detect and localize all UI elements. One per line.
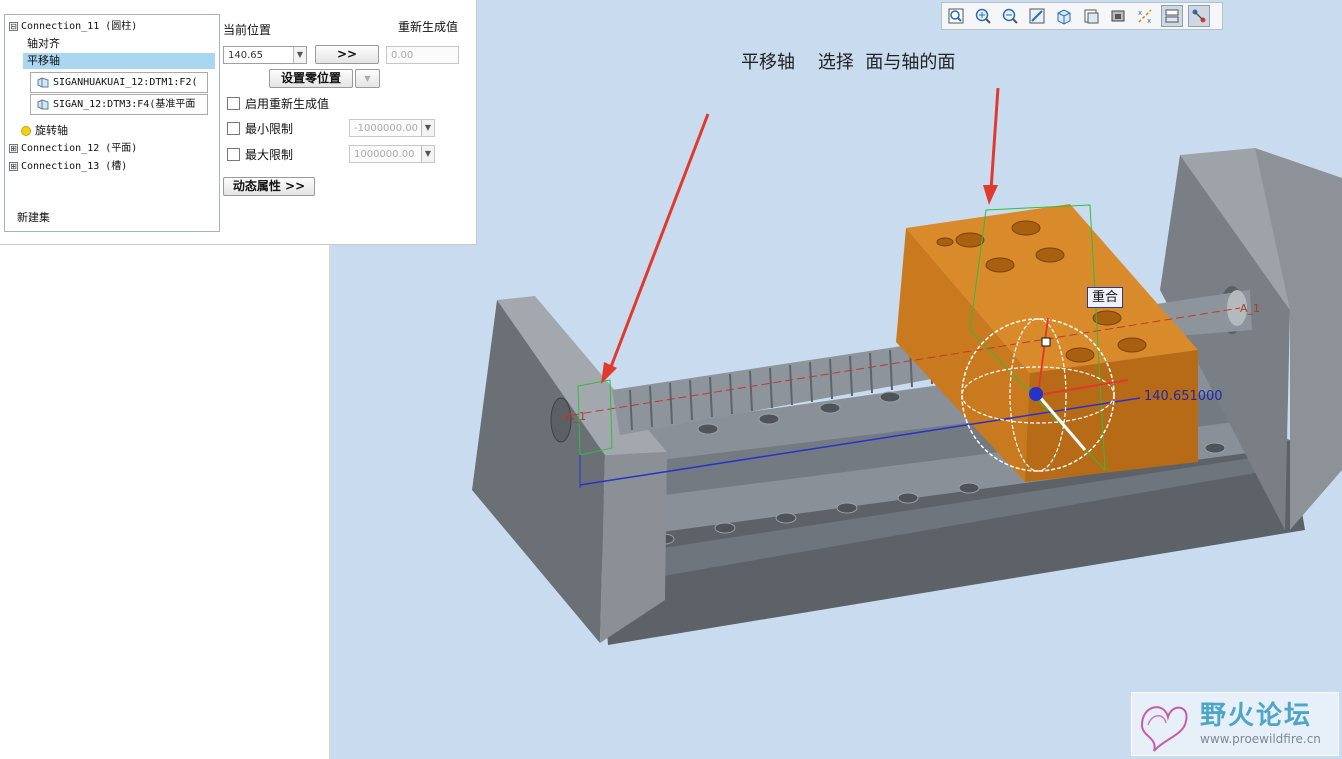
- tree-item-connection-11[interactable]: ⊟ Connection_11 (圆柱): [9, 18, 137, 34]
- datum-plane-icon: [37, 98, 49, 109]
- selection-filter-icon[interactable]: [1160, 5, 1183, 27]
- zoom-out-icon[interactable]: [999, 5, 1021, 27]
- connection-tree: ⊟ Connection_11 (圆柱) 轴对齐 平移轴 SIGANHUAKUAI…: [4, 14, 220, 232]
- min-limit-field[interactable]: -1000000.00 ▼: [349, 119, 435, 137]
- graphics-viewport[interactable]: A_1 A_1 平移轴 选择 面与轴的面 重合 140.651000: [331, 0, 1342, 759]
- reference-surface-2[interactable]: SIGAN_12:DTM3:F4(基准平面: [30, 94, 208, 115]
- tree-item-label: 旋转轴: [35, 124, 68, 137]
- zoom-in-icon[interactable]: [972, 5, 994, 27]
- enable-regen-label: 启用重新生成值: [245, 97, 330, 111]
- tree-item-label: Connection_11 (圆柱): [21, 21, 138, 32]
- translation-dimension[interactable]: 140.651000: [1144, 389, 1223, 404]
- reference-label: SIGAN_12:DTM3:F4(基准平面: [53, 99, 196, 110]
- view-toolbar: xx: [941, 2, 1223, 30]
- tree-item-label: 轴对齐: [27, 37, 60, 50]
- chevron-down-icon[interactable]: ▼: [293, 47, 306, 63]
- connection-display-icon[interactable]: [1187, 5, 1210, 27]
- saved-views-icon[interactable]: [1080, 5, 1102, 27]
- max-limit-value: 1000000.00: [354, 149, 415, 160]
- chevron-down-icon[interactable]: ▼: [421, 146, 434, 162]
- expand-icon[interactable]: ⊞: [9, 161, 18, 171]
- tree-item-rotation-axis[interactable]: 旋转轴: [21, 123, 68, 139]
- tree-item-connection-13[interactable]: ⊞ Connection_13 (槽): [9, 158, 127, 174]
- current-position-value: 140.65: [228, 50, 263, 61]
- chevron-down-icon[interactable]: ▼: [421, 120, 434, 136]
- part-surface-icon: [37, 76, 49, 87]
- enable-regen-checkbox[interactable]: [227, 97, 240, 110]
- watermark-logo-icon: [1140, 706, 1188, 752]
- refit-icon[interactable]: [1026, 5, 1048, 27]
- tree-item-translation-axis[interactable]: 平移轴: [23, 53, 215, 69]
- tree-item-new-set[interactable]: 新建集: [17, 210, 50, 226]
- display-style-icon[interactable]: [1107, 5, 1129, 27]
- reference-label: SIGANHUAKUAI_12:DTM1:F2(: [53, 77, 198, 88]
- current-position-label: 当前位置: [223, 23, 272, 37]
- min-limit-value: -1000000.00: [354, 123, 419, 134]
- dynamic-properties-button[interactable]: 动态属性 >>: [223, 177, 315, 196]
- tree-item-axis-align[interactable]: 轴对齐: [27, 36, 60, 52]
- svg-text:x: x: [1147, 17, 1151, 25]
- coincident-constraint-tag[interactable]: 重合: [1087, 287, 1124, 308]
- watermark-title: 野火论坛: [1200, 701, 1313, 731]
- max-limit-field[interactable]: 1000000.00 ▼: [349, 145, 435, 163]
- tree-item-label: Connection_12 (平面): [21, 143, 138, 154]
- current-position-field[interactable]: 140.65 ▼: [223, 46, 307, 64]
- min-limit-label: 最小限制: [245, 122, 294, 136]
- watermark: 野火论坛 www.proewildfire.cn: [1131, 692, 1339, 756]
- annotation-text: 平移轴 选择 面与轴的面: [741, 52, 956, 73]
- left-blank-area: [0, 244, 331, 759]
- assembly-model: A_1 A_1: [472, 87, 1342, 645]
- tree-item-connection-12[interactable]: ⊞ Connection_12 (平面): [9, 140, 137, 156]
- watermark-url: www.proewildfire.cn: [1200, 732, 1321, 746]
- connection-panel: ⊟ Connection_11 (圆柱) 轴对齐 平移轴 SIGANHUAKUAI…: [0, 0, 477, 245]
- datum-display-icon[interactable]: xx: [1134, 5, 1156, 27]
- min-limit-checkbox[interactable]: [227, 122, 240, 135]
- max-limit-label: 最大限制: [245, 148, 294, 162]
- axis-label-right: A_1: [1240, 302, 1260, 315]
- set-zero-position-button[interactable]: 设置零位置: [269, 69, 353, 88]
- svg-text:x: x: [1138, 9, 1142, 17]
- set-zero-dropdown-button[interactable]: ▼: [355, 69, 380, 88]
- regen-value-label: 重新生成值: [398, 20, 459, 34]
- tree-item-label: Connection_13 (槽): [21, 161, 128, 172]
- zoom-window-icon[interactable]: [945, 5, 967, 27]
- max-limit-checkbox[interactable]: [227, 148, 240, 161]
- copy-position-button[interactable]: >>: [315, 45, 379, 64]
- regen-value-field[interactable]: 0.00: [386, 46, 459, 64]
- collapse-icon[interactable]: ⊟: [9, 21, 18, 31]
- chevron-down-icon: ▼: [364, 74, 371, 83]
- tree-item-label: 新建集: [17, 211, 50, 224]
- view-orientation-icon[interactable]: [1053, 5, 1075, 27]
- tree-item-label: 平移轴: [27, 54, 60, 67]
- status-dot-icon: [21, 126, 31, 136]
- expand-icon[interactable]: ⊞: [9, 143, 18, 153]
- axis-label-left: A_1: [566, 410, 586, 423]
- reference-surface-1[interactable]: SIGANHUAKUAI_12:DTM1:F2(: [30, 72, 208, 93]
